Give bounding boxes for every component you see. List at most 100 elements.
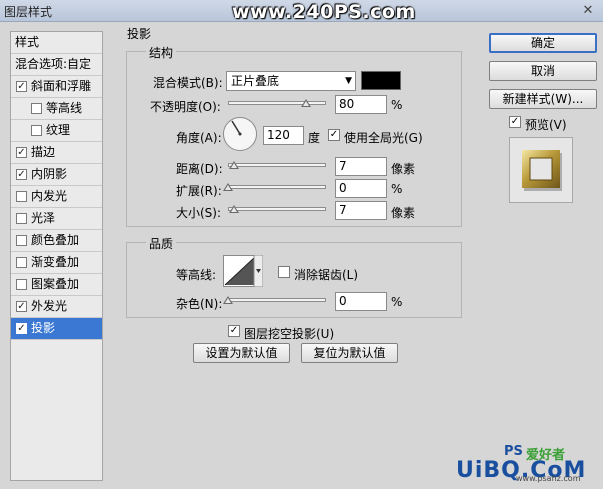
style-list-item[interactable]: ✓ 斜面和浮雕 <box>11 76 102 98</box>
style-list-label: 图案叠加 <box>31 277 80 291</box>
opacity-percent: % <box>391 98 403 112</box>
style-checkbox[interactable] <box>16 191 27 202</box>
style-checkbox[interactable] <box>16 279 27 290</box>
ok-button[interactable]: 确定 <box>489 33 597 53</box>
check-icon: ✓ <box>510 116 520 127</box>
check-icon: ✓ <box>329 129 339 140</box>
noise-label: 杂色(N): <box>176 297 223 311</box>
style-list-label: 内阴影 <box>31 167 68 181</box>
style-list-label: 描边 <box>31 145 56 159</box>
style-list-label: 斜面和浮雕 <box>31 79 92 93</box>
angle-unit: 度 <box>308 131 321 145</box>
site-brand: PS 爱好者 UiBQ.CoM www.psahz.com <box>456 444 600 486</box>
style-checkbox[interactable] <box>16 213 27 224</box>
style-list-item[interactable]: 颜色叠加 <box>11 230 102 252</box>
style-checkbox[interactable] <box>31 125 42 136</box>
cancel-button[interactable]: 取消 <box>489 61 597 81</box>
style-checkbox[interactable] <box>31 103 42 114</box>
style-checkbox[interactable]: ✓ <box>16 147 27 158</box>
spread-input[interactable]: 0 <box>335 179 387 198</box>
brand-small: www.psahz.com <box>516 474 581 483</box>
opacity-slider-handle[interactable] <box>301 99 311 107</box>
distance-label: 距离(D): <box>176 162 223 176</box>
brand-ps: PS <box>504 444 523 459</box>
angle-input[interactable]: 120 <box>263 126 304 145</box>
angle-needle-icon <box>231 120 242 136</box>
style-checkbox[interactable]: ✓ <box>16 301 27 312</box>
style-list-label: 等高线 <box>46 101 83 115</box>
style-list-item[interactable]: 图案叠加 <box>11 274 102 296</box>
blend-mode-label: 混合模式(B): <box>153 76 223 90</box>
anti-alias-checkbox[interactable] <box>278 266 290 278</box>
shadow-color-swatch[interactable] <box>361 71 401 90</box>
contour-picker[interactable] <box>223 255 263 287</box>
noise-slider-track[interactable] <box>228 298 326 302</box>
style-list-label: 光泽 <box>31 211 56 225</box>
size-label: 大小(S): <box>176 206 222 220</box>
angle-label: 角度(A): <box>176 131 222 145</box>
styles-list-header[interactable]: 样式 <box>11 32 102 54</box>
style-checkbox[interactable]: ✓ <box>16 323 27 334</box>
style-list-label: 投影 <box>31 321 56 335</box>
style-list-item[interactable]: ✓ 描边 <box>11 142 102 164</box>
noise-slider-handle[interactable] <box>223 296 233 304</box>
spread-percent: % <box>391 182 403 196</box>
style-list-item[interactable]: ✓ 内阴影 <box>11 164 102 186</box>
spread-slider-handle[interactable] <box>223 183 233 191</box>
angle-dial[interactable] <box>223 117 257 151</box>
blend-mode-value: 正片叠底 <box>231 74 280 88</box>
quality-title: 品质 <box>146 235 177 252</box>
spread-slider-track[interactable] <box>228 185 326 189</box>
style-list-label: 外发光 <box>31 299 68 313</box>
spread-label: 扩展(R): <box>176 184 222 198</box>
style-list-item[interactable]: 纹理 <box>11 120 102 142</box>
distance-slider-track[interactable] <box>228 163 326 167</box>
style-list-item[interactable]: 渐变叠加 <box>11 252 102 274</box>
style-list-item[interactable]: 等高线 <box>11 98 102 120</box>
global-light-label: 使用全局光(G) <box>344 131 423 145</box>
new-style-button[interactable]: 新建样式(W)... <box>489 89 597 109</box>
preview-label: 预览(V) <box>525 118 567 132</box>
style-list-label: 颜色叠加 <box>31 233 80 247</box>
contour-label: 等高线: <box>176 268 217 282</box>
style-list-item[interactable]: 内发光 <box>11 186 102 208</box>
size-unit: 像素 <box>391 206 416 220</box>
style-preview <box>509 137 573 203</box>
style-checkbox[interactable] <box>16 257 27 268</box>
contour-curve-icon <box>224 255 263 287</box>
size-slider-track[interactable] <box>228 207 326 211</box>
structure-title: 结构 <box>146 44 177 61</box>
distance-unit: 像素 <box>391 162 416 176</box>
gold-frame-preview-icon <box>522 150 562 191</box>
global-light-checkbox[interactable]: ✓ <box>328 129 340 141</box>
noise-percent: % <box>391 295 403 309</box>
style-list-item[interactable]: 光泽 <box>11 208 102 230</box>
preview-checkbox[interactable]: ✓ <box>509 116 521 128</box>
style-list-item[interactable]: ✓ 外发光 <box>11 296 102 318</box>
chevron-down-icon: ▼ <box>345 76 352 86</box>
window-title: 图层样式 <box>4 5 53 19</box>
distance-input[interactable]: 7 <box>335 157 387 176</box>
make-default-button[interactable]: 设置为默认值 <box>193 343 290 363</box>
style-checkbox[interactable]: ✓ <box>16 81 27 92</box>
noise-input[interactable]: 0 <box>335 292 387 311</box>
size-input[interactable]: 7 <box>335 201 387 220</box>
styles-list-panel: 样式 混合选项:自定 ✓ 斜面和浮雕等高线纹理 ✓ 描边 ✓ 内阴影内发光光泽颜色叠加渐变… <box>10 31 103 481</box>
blend-options-item[interactable]: 混合选项:自定 <box>11 54 102 76</box>
anti-alias-label: 消除锯齿(L) <box>294 268 359 282</box>
close-icon[interactable]: ✕ <box>581 4 595 18</box>
style-list-item[interactable]: ✓ 投影 <box>11 318 102 340</box>
style-checkbox[interactable]: ✓ <box>16 169 27 180</box>
opacity-input[interactable]: 80 <box>335 95 387 114</box>
reset-default-button[interactable]: 复位为默认值 <box>301 343 398 363</box>
knockout-checkbox[interactable]: ✓ <box>228 325 240 337</box>
style-list-label: 纹理 <box>46 123 71 137</box>
size-slider-handle[interactable] <box>229 205 239 213</box>
knockout-label: 图层挖空投影(U) <box>244 327 335 341</box>
distance-slider-handle[interactable] <box>229 161 239 169</box>
blend-mode-select[interactable]: 正片叠底 ▼ <box>226 71 356 91</box>
section-title: 投影 <box>124 25 155 42</box>
style-checkbox[interactable] <box>16 235 27 246</box>
opacity-slider-track[interactable] <box>228 101 326 105</box>
style-list-label: 渐变叠加 <box>31 255 80 269</box>
